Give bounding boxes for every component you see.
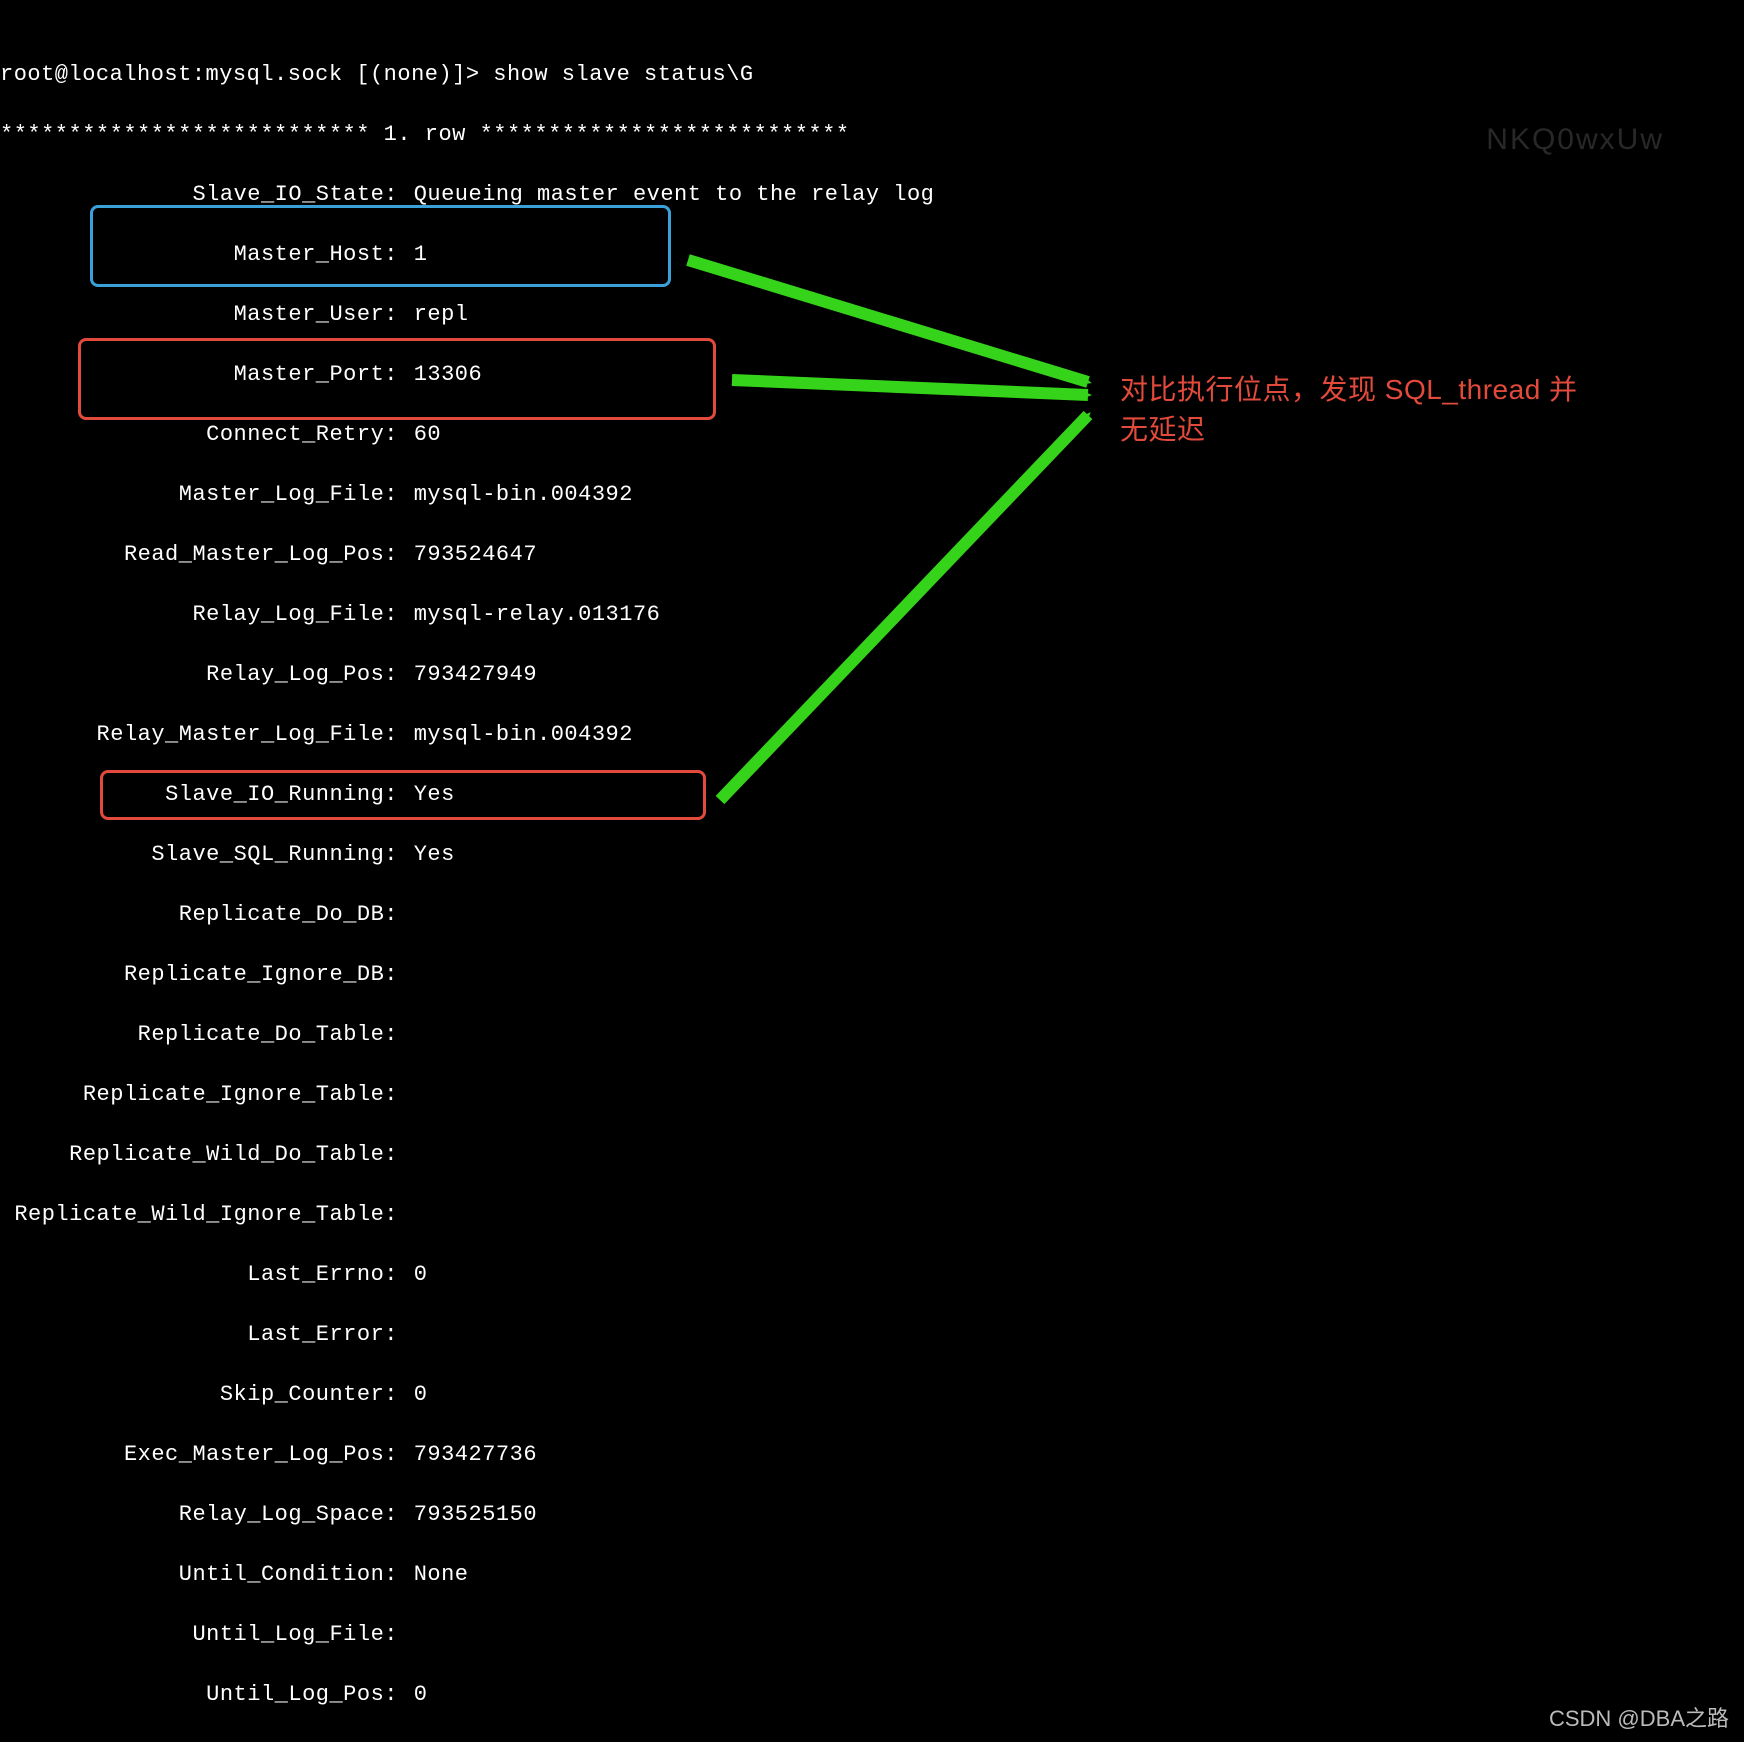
status-row: Exec_Master_Log_Pos: 793427736 [0, 1440, 1744, 1470]
annotation-line-1: 对比执行位点，发现 SQL_thread 并 [1120, 374, 1578, 405]
field-label: Until_Condition: [0, 1560, 400, 1590]
field-value: mysql-relay.013176 [414, 600, 661, 630]
terminal-window: root@localhost:mysql.sock [(none)]> show… [0, 0, 1744, 1742]
field-value: Yes [414, 780, 455, 810]
field-value: 1 [414, 240, 428, 270]
status-row: Last_Error: [0, 1320, 1744, 1350]
field-label: Relay_Log_File: [0, 600, 400, 630]
row-separator-line: *************************** 1. row *****… [0, 120, 1744, 150]
field-value: 793427949 [414, 660, 537, 690]
field-value: 0 [414, 1380, 428, 1410]
field-label: Skip_Counter: [0, 1380, 400, 1410]
status-row: Relay_Log_File: mysql-relay.013176 [0, 600, 1744, 630]
field-label: Relay_Master_Log_File: [0, 720, 400, 750]
field-value: 793427736 [414, 1440, 537, 1470]
status-row: Relay_Master_Log_File: mysql-bin.004392 [0, 720, 1744, 750]
field-label: Exec_Master_Log_Pos: [0, 1440, 400, 1470]
field-label: Master_Port: [0, 360, 400, 390]
field-value: mysql-bin.004392 [414, 480, 633, 510]
field-label: Until_Log_Pos: [0, 1680, 400, 1710]
annotation-text: 对比执行位点，发现 SQL_thread 并 无延迟 [1120, 370, 1680, 450]
field-label: Replicate_Wild_Ignore_Table: [0, 1200, 400, 1230]
field-value: 0 [414, 1260, 428, 1290]
field-value: 13306 [414, 360, 483, 390]
field-label: Slave_IO_Running: [0, 780, 400, 810]
status-row: Master_Host: 1 [0, 240, 1744, 270]
status-row: Until_Condition: None [0, 1560, 1744, 1590]
status-row: Master_User: repl [0, 300, 1744, 330]
field-label: Relay_Log_Pos: [0, 660, 400, 690]
field-label: Replicate_Ignore_DB: [0, 960, 400, 990]
status-row: Last_Errno: 0 [0, 1260, 1744, 1290]
field-label: Until_Log_File: [0, 1620, 400, 1650]
status-row: Replicate_Ignore_Table: [0, 1080, 1744, 1110]
watermark: NKQ0wxUw [1486, 125, 1664, 155]
field-label: Master_User: [0, 300, 400, 330]
row-separator: *************************** 1. row *****… [0, 120, 850, 150]
field-value: Queueing master event to the relay log [414, 180, 935, 210]
field-label: Last_Errno: [0, 1260, 400, 1290]
status-row: Replicate_Wild_Ignore_Table: [0, 1200, 1744, 1230]
field-label: Master_Host: [0, 240, 400, 270]
status-row: Read_Master_Log_Pos: 793524647 [0, 540, 1744, 570]
field-label: Replicate_Do_Table: [0, 1020, 400, 1050]
footer-watermark: CSDN @DBA之路 [1549, 1704, 1729, 1734]
annotation-line-2: 无延迟 [1120, 414, 1206, 445]
prompt: root@localhost:mysql.sock [(none)]> [0, 62, 480, 87]
field-label: Replicate_Ignore_Table: [0, 1080, 400, 1110]
prompt-line: root@localhost:mysql.sock [(none)]> show… [0, 60, 1744, 90]
field-label: Master_Log_File: [0, 480, 400, 510]
field-label: Last_Error: [0, 1320, 400, 1350]
field-value: Yes [414, 840, 455, 870]
status-row: Master_Log_File: mysql-bin.004392 [0, 480, 1744, 510]
status-row: Replicate_Wild_Do_Table: [0, 1140, 1744, 1170]
field-label: Slave_SQL_Running: [0, 840, 400, 870]
field-label: Read_Master_Log_Pos: [0, 540, 400, 570]
status-row: Slave_IO_Running: Yes [0, 780, 1744, 810]
field-value: 0 [414, 1680, 428, 1710]
command: show slave status\G [493, 62, 753, 87]
status-row: Relay_Log_Space: 793525150 [0, 1500, 1744, 1530]
status-row: Replicate_Do_DB: [0, 900, 1744, 930]
field-label: Connect_Retry: [0, 420, 400, 450]
field-label: Relay_Log_Space: [0, 1500, 400, 1530]
status-row: Skip_Counter: 0 [0, 1380, 1744, 1410]
status-row: Replicate_Ignore_DB: [0, 960, 1744, 990]
status-row: Relay_Log_Pos: 793427949 [0, 660, 1744, 690]
status-row: Until_Log_Pos: 0 [0, 1680, 1744, 1710]
field-value: 793524647 [414, 540, 537, 570]
field-value: 60 [414, 420, 441, 450]
status-row: Slave_IO_State: Queueing master event to… [0, 180, 1744, 210]
field-value: None [414, 1560, 469, 1590]
field-label: Replicate_Wild_Do_Table: [0, 1140, 400, 1170]
status-row: Replicate_Do_Table: [0, 1020, 1744, 1050]
field-value: mysql-bin.004392 [414, 720, 633, 750]
field-label: Replicate_Do_DB: [0, 900, 400, 930]
status-row: Slave_SQL_Running: Yes [0, 840, 1744, 870]
field-value: 793525150 [414, 1500, 537, 1530]
status-row: Until_Log_File: [0, 1620, 1744, 1650]
field-label: Slave_IO_State: [0, 180, 400, 210]
field-value: repl [414, 300, 469, 330]
